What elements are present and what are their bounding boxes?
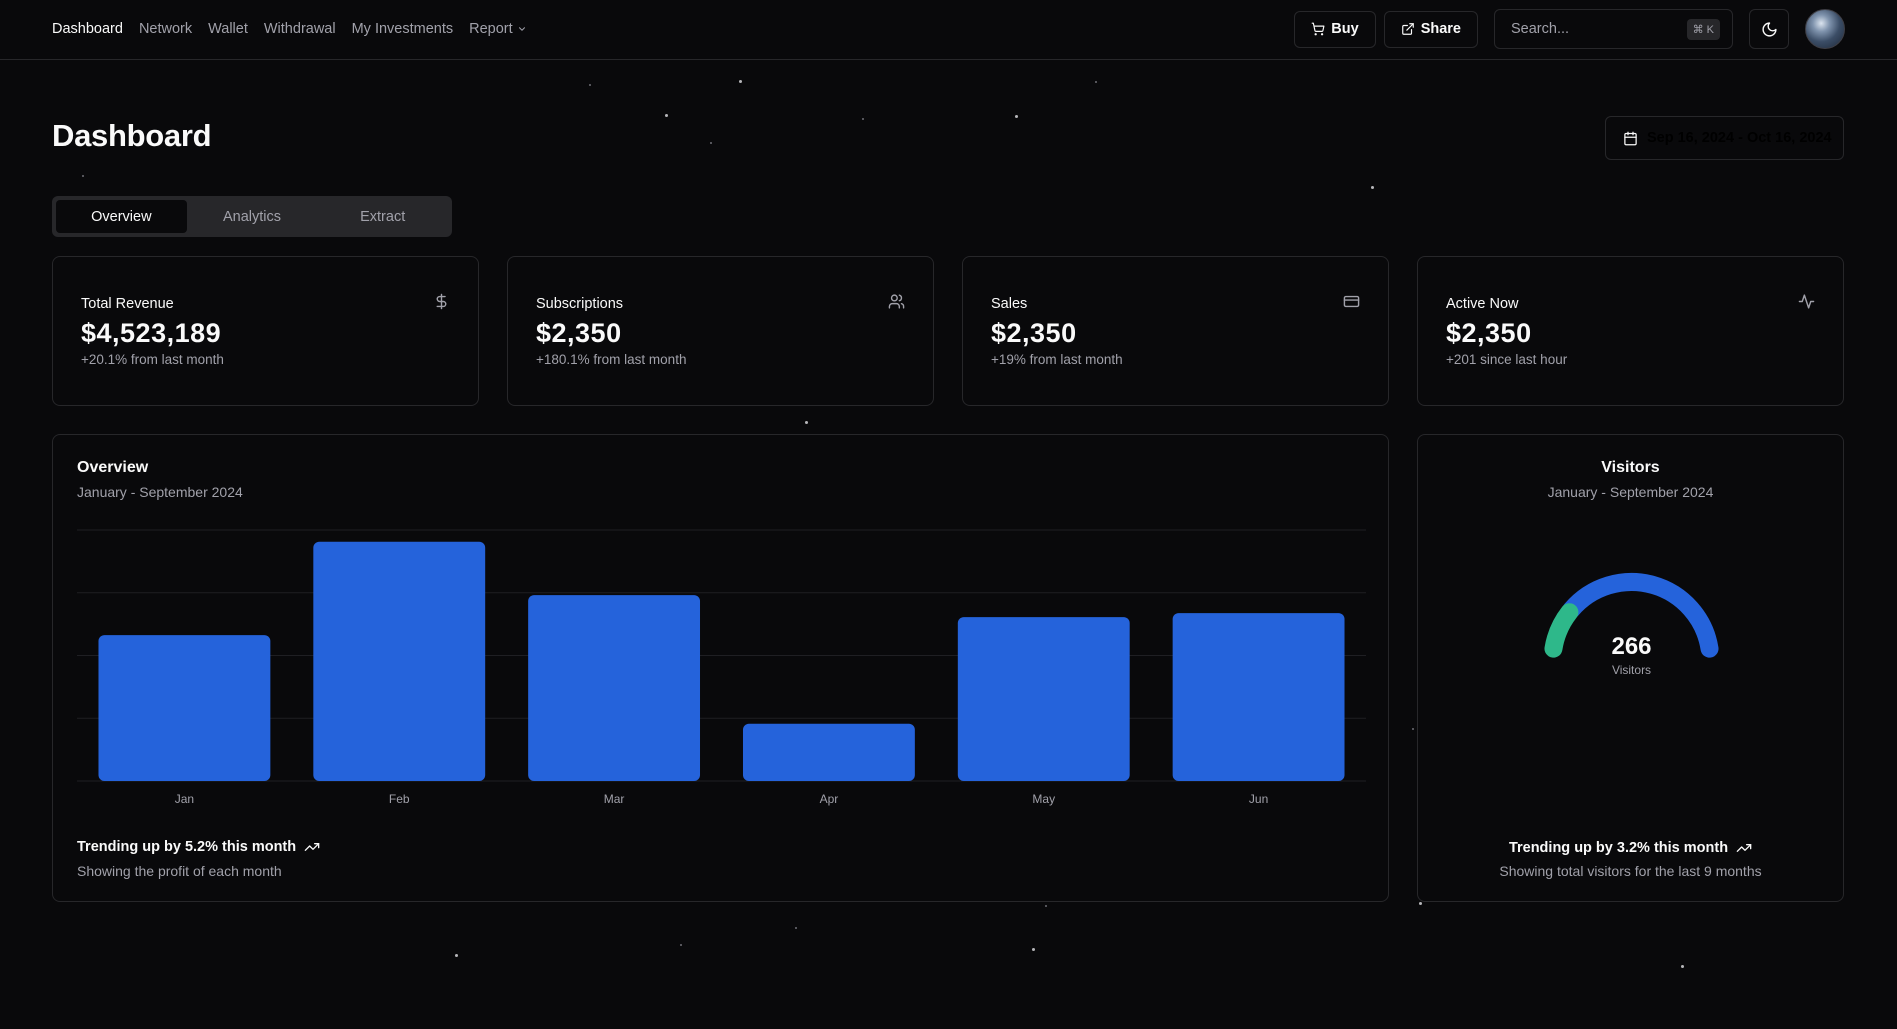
gauge-value: 266: [1611, 633, 1651, 660]
visitors-trend: Trending up by 3.2% this month: [1418, 840, 1843, 856]
moon-icon: [1761, 21, 1777, 37]
theme-toggle-button[interactable]: [1749, 9, 1789, 49]
nav-item-wallet[interactable]: Wallet: [208, 21, 248, 37]
visitors-trend-text: Trending up by 3.2% this month: [1508, 840, 1729, 856]
chevron-down-icon: [518, 26, 525, 31]
calendar-icon: [1624, 131, 1637, 145]
bar-jun: [1172, 613, 1345, 781]
stat-card-active-now: Active Now $2,350 +201 since last hour: [1417, 256, 1844, 406]
search-shortcut-badge: ⌘ K: [1686, 19, 1720, 40]
stat-card-total-revenue: Total Revenue $4,523,189 +20.1% from las…: [52, 256, 479, 406]
search-input[interactable]: [1511, 21, 1671, 37]
tab-extract[interactable]: Extract: [317, 200, 448, 233]
view-tabs: Overview Analytics Extract: [52, 196, 452, 237]
x-tick-label: Jun: [1249, 792, 1268, 806]
user-avatar[interactable]: [1805, 9, 1845, 49]
nav-item-dashboard[interactable]: Dashboard: [52, 21, 123, 37]
stat-value: $2,350: [991, 318, 1077, 348]
buy-button-label: Buy: [1331, 21, 1359, 37]
dollar-icon: [436, 293, 447, 310]
stat-value: $4,523,189: [81, 318, 222, 348]
share-button-label: Share: [1420, 21, 1461, 37]
overview-note: Showing the profit of each month: [77, 863, 282, 879]
stat-change: +201 since last hour: [1446, 352, 1568, 367]
search-box: ⌘ K: [1494, 9, 1733, 49]
credit-card-icon: [1343, 295, 1360, 308]
stat-card-subscriptions: Subscriptions $2,350 +180.1% from last m…: [507, 256, 934, 406]
toolbar: Buy Share ⌘ K: [1294, 9, 1845, 49]
x-tick-label: Jan: [175, 792, 194, 806]
bar-apr: [742, 723, 915, 781]
x-tick-label: May: [1032, 792, 1055, 806]
main-nav: Dashboard Network Wallet Withdrawal My I…: [52, 0, 527, 57]
overview-bar-chart: Jan Feb Mar Apr May Jun: [77, 529, 1366, 806]
overview-chart-card: Overview January - September 2024 Jan Feb…: [52, 434, 1389, 902]
stat-change: +180.1% from last month: [536, 352, 687, 367]
tab-overview[interactable]: Overview: [56, 200, 187, 233]
bar-may: [957, 617, 1130, 781]
cart-icon: [1311, 22, 1325, 36]
stat-label: Active Now: [1446, 296, 1519, 312]
overview-trend: Trending up by 5.2% this month: [77, 839, 320, 855]
visitors-note: Showing total visitors for the last 9 mo…: [1499, 863, 1762, 879]
x-tick-label: Apr: [820, 792, 839, 806]
bar-mar: [528, 595, 701, 781]
share-button[interactable]: Share: [1383, 10, 1478, 48]
gauge-value-label: Visitors: [1612, 663, 1651, 677]
visitors-chart-card: Visitors January - September 2024 266 Vi…: [1417, 434, 1844, 902]
users-icon: [888, 294, 905, 309]
trending-up-icon: [1736, 844, 1752, 852]
nav-item-network[interactable]: Network: [139, 21, 192, 37]
overview-trend-text: Trending up by 5.2% this month: [77, 839, 297, 855]
x-tick-label: Feb: [389, 792, 410, 806]
page-title: Dashboard: [52, 118, 212, 153]
date-range-label: Sep 16, 2024 - Oct 16, 2024: [1647, 130, 1832, 146]
stat-value: $2,350: [536, 318, 622, 348]
gauge-segment-secondary: [1544, 603, 1579, 658]
activity-icon: [1798, 294, 1815, 309]
stat-label: Subscriptions: [536, 296, 624, 312]
x-tick-label: Mar: [604, 792, 625, 806]
tab-analytics[interactable]: Analytics: [187, 200, 318, 233]
nav-item-my-investments[interactable]: My Investments: [352, 21, 454, 37]
date-range-picker[interactable]: Sep 16, 2024 - Oct 16, 2024: [1605, 116, 1844, 160]
stat-change: +19% from last month: [991, 352, 1123, 367]
stat-value: $2,350: [1446, 318, 1532, 348]
stat-label: Total Revenue: [81, 296, 174, 312]
stat-card-sales: Sales $2,350 +19% from last month: [962, 256, 1389, 406]
share-icon: [1401, 23, 1414, 35]
bar-feb: [313, 541, 486, 781]
stat-change: +20.1% from last month: [81, 352, 224, 367]
visitors-gauge-chart: 266 Visitors: [1544, 573, 1719, 677]
nav-item-report[interactable]: Report: [469, 21, 527, 37]
trending-up-icon: [304, 843, 320, 851]
bar-jan: [98, 635, 271, 781]
nav-item-withdrawal[interactable]: Withdrawal: [264, 21, 336, 37]
buy-button[interactable]: Buy: [1294, 10, 1376, 48]
nav-item-report-label: Report: [469, 20, 513, 37]
top-navbar: Dashboard Network Wallet Withdrawal My I…: [0, 0, 1897, 60]
stat-label: Sales: [991, 296, 1028, 312]
